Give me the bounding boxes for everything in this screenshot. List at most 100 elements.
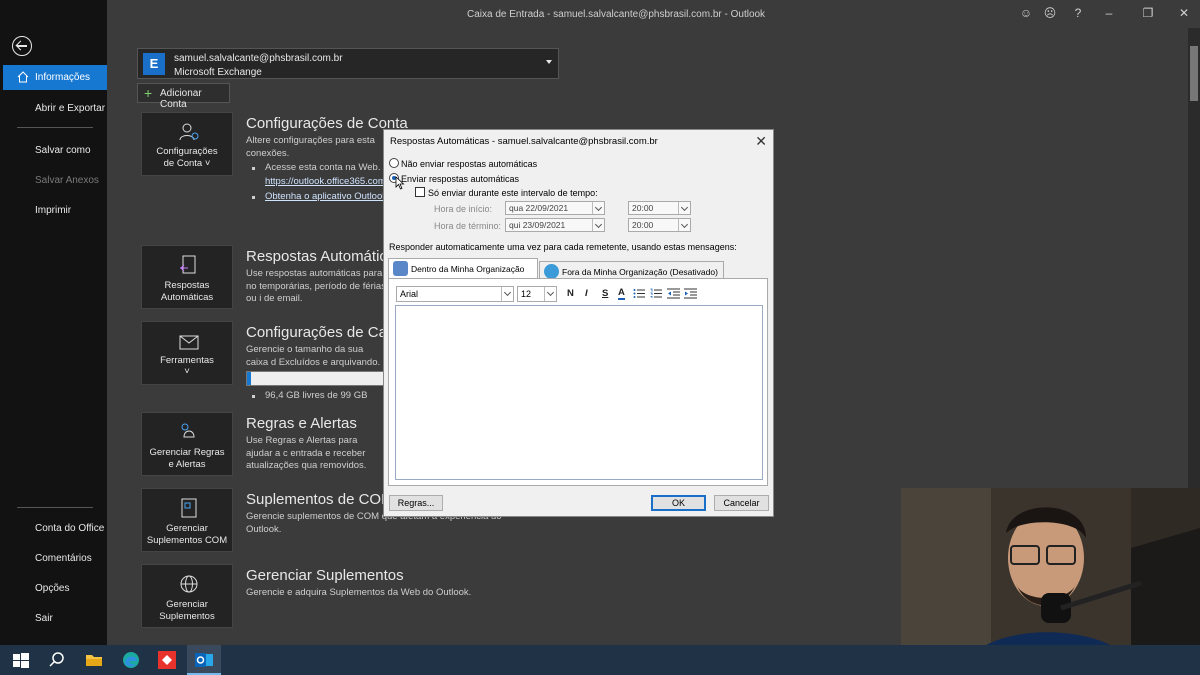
size-value: 12 [521, 289, 532, 299]
edge-icon[interactable] [121, 650, 141, 670]
section-title: Configurações de Caix [246, 324, 398, 341]
section-desc: Use respostas automáticas para no tempor… [246, 268, 386, 304]
account-settings-tile[interactable]: Configurações de Conta ˅ [141, 112, 233, 176]
add-account-button[interactable]: + Adicionar Conta [137, 83, 230, 110]
nav-item-informacoes[interactable]: Informações [3, 65, 107, 90]
owa-link[interactable]: https://outlook.office365.com [265, 176, 386, 187]
bold-button[interactable]: N [567, 288, 574, 299]
radio-no-auto-replies[interactable] [389, 158, 399, 168]
smiley-icon[interactable]: ☺ [1019, 6, 1033, 20]
start-time-value: 20:00 [632, 203, 654, 213]
access-web-text: Acesse esta conta na Web. [265, 162, 381, 173]
font-color-button[interactable]: A [618, 288, 625, 300]
nav-item-sair[interactable]: Sair [35, 613, 53, 624]
account-email: samuel.salvalcante@phsbrasil.com.br [174, 53, 343, 64]
underline-button[interactable]: S [602, 288, 608, 299]
nav-item-comentarios[interactable]: Comentários [35, 553, 92, 564]
end-time-value: 20:00 [632, 220, 654, 230]
dialog-title: Respostas Automáticas - samuel.salvalcan… [390, 136, 658, 147]
chevron-down-icon [592, 219, 604, 231]
home-icon [17, 71, 29, 83]
scrollbar-thumb[interactable] [1190, 46, 1198, 101]
tab-label: Dentro da Minha Organização [411, 264, 525, 274]
minimize-icon[interactable]: – [1102, 6, 1116, 20]
search-icon[interactable] [47, 650, 67, 670]
ok-button[interactable]: OK [651, 495, 706, 511]
close-icon[interactable]: ✕ [755, 133, 767, 150]
windows-taskbar [0, 645, 1200, 675]
get-outlook-app-link[interactable]: Obtenha o aplicativo Outlook [265, 191, 387, 202]
section-title: Regras e Alertas [246, 415, 357, 432]
section-title: Respostas Automática [246, 248, 396, 265]
file-explorer-icon[interactable] [84, 650, 104, 670]
outlook-icon [195, 653, 213, 667]
cancel-button[interactable]: Cancelar [714, 495, 769, 511]
end-time-picker[interactable]: 20:00 [628, 218, 691, 232]
radio-no-label: Não enviar respostas automáticas [401, 159, 538, 169]
chevron-down-icon [546, 60, 552, 64]
only-interval-checkbox[interactable] [415, 187, 425, 197]
font-value: Arial [400, 289, 419, 299]
start-time-picker[interactable]: 20:00 [628, 201, 691, 215]
only-interval-label: Só enviar durante este intervalo de temp… [428, 188, 598, 198]
title-bar: Caixa de Entrada - samuel.salvalcante@ph… [107, 0, 1191, 28]
storage-progress-bar [246, 371, 386, 386]
font-size-select[interactable]: 12 [517, 286, 557, 302]
rules-alerts-tile[interactable]: Gerenciar Regras e Alertas [141, 412, 233, 476]
chevron-down-icon [592, 202, 604, 214]
close-window-icon[interactable]: ✕ [1177, 6, 1191, 20]
exchange-icon: E [143, 53, 165, 75]
start-date-picker[interactable]: qua 22/09/2021 [505, 201, 605, 215]
nav-item-conta-office[interactable]: Conta do Office [35, 523, 104, 534]
tile-label: Gerenciar Regras e Alertas [149, 447, 225, 470]
globe-icon [180, 575, 198, 593]
italic-button[interactable]: I [585, 288, 588, 299]
windows-start-icon[interactable] [11, 650, 31, 670]
anydesk-icon[interactable] [157, 650, 177, 670]
decrease-indent-icon[interactable] [667, 288, 680, 299]
help-icon[interactable]: ? [1071, 6, 1085, 20]
account-selector[interactable]: E samuel.salvalcante@phsbrasil.com.br Mi… [137, 48, 559, 79]
tab-label: Fora da Minha Organização (Desativado) [562, 267, 718, 277]
section-title: Suplementos de COM [246, 491, 394, 508]
com-addins-tile[interactable]: Gerenciar Suplementos COM [141, 488, 233, 552]
outlook-taskbar-icon[interactable] [187, 645, 221, 675]
section-desc: Altere configurações para esta conexões. [246, 135, 375, 159]
tile-label: Gerenciar Suplementos COM [146, 523, 228, 546]
tab-inside-organization[interactable]: Dentro da Minha Organização [388, 258, 538, 278]
increase-indent-icon[interactable] [684, 288, 697, 299]
account-type: Microsoft Exchange [174, 67, 262, 78]
nav-item-salvar-como[interactable]: Salvar como [35, 145, 91, 156]
chevron-down-icon: ˅ [184, 366, 190, 377]
nav-item-opcoes[interactable]: Opções [35, 583, 69, 594]
font-family-select[interactable]: Arial [396, 286, 514, 302]
rules-button[interactable]: Regras... [389, 495, 443, 511]
mailbox-tools-tile[interactable]: Ferramentas ˅ [141, 321, 233, 385]
globe-icon [544, 264, 559, 279]
plus-icon: + [144, 85, 153, 101]
frown-icon[interactable]: ☹ [1043, 6, 1057, 20]
manage-addins-tile[interactable]: Gerenciar Suplementos [141, 564, 233, 628]
user-settings-icon [179, 123, 199, 141]
end-date-value: qui 23/09/2021 [509, 220, 566, 230]
start-date-value: qua 22/09/2021 [509, 203, 569, 213]
chevron-down-icon [678, 219, 690, 231]
numbering-icon[interactable] [650, 288, 662, 299]
end-date-picker[interactable]: qui 23/09/2021 [505, 218, 605, 232]
message-editor[interactable] [395, 305, 763, 480]
bullets-icon[interactable] [633, 288, 645, 299]
nav-item-imprimir[interactable]: Imprimir [35, 205, 71, 216]
start-time-label: Hora de início: [434, 204, 493, 214]
chevron-down-icon [501, 287, 513, 301]
nav-item-salvar-anexos[interactable]: Salvar Anexos [35, 175, 99, 186]
auto-replies-tile[interactable]: Respostas Automáticas [141, 245, 233, 309]
storage-text: 96,4 GB livres de 99 GB [265, 390, 368, 401]
bullet [252, 167, 255, 170]
tile-label: Respostas Automáticas [160, 280, 214, 303]
nav-item-abrir-exportar[interactable]: Abrir e Exportar [35, 103, 105, 114]
chevron-down-icon [544, 287, 556, 301]
restore-icon[interactable]: ❐ [1141, 6, 1155, 20]
chevron-down-icon [678, 202, 690, 214]
back-arrow-icon[interactable] [12, 36, 32, 56]
storage-progress-fill [247, 372, 252, 385]
